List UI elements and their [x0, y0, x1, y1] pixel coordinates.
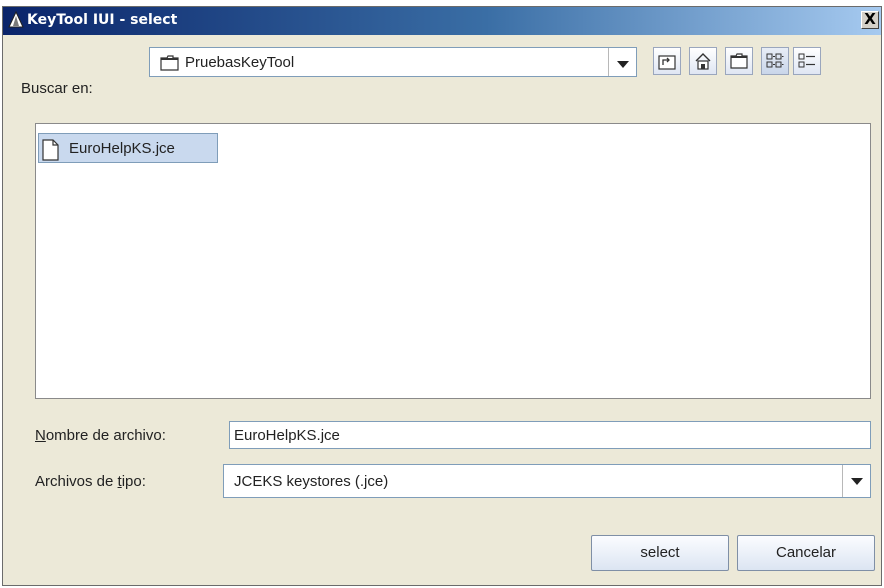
filetype-combo[interactable]: JCEKS keystores (.jce) [223, 464, 871, 498]
filetype-label: Archivos de tipo: [35, 473, 146, 490]
home-icon [695, 53, 711, 70]
folder-icon [160, 55, 179, 71]
lookin-combo[interactable]: PruebasKeyTool [149, 47, 637, 77]
new-folder-icon [730, 53, 748, 69]
filename-input[interactable] [230, 422, 870, 448]
filename-label: Nombre de archivo: [35, 427, 166, 444]
up-one-level-button[interactable] [653, 47, 681, 75]
filename-input-box[interactable] [229, 421, 871, 449]
home-button[interactable] [689, 47, 717, 75]
details-view-button[interactable] [793, 47, 821, 75]
details-view-icon [798, 53, 815, 68]
file-name: EuroHelpKS.jce [69, 140, 175, 157]
chevron-down-icon[interactable] [842, 465, 870, 497]
window-title: KeyTool IUI - select [27, 12, 178, 28]
list-view-icon [766, 53, 784, 68]
app-icon [8, 11, 24, 28]
chevron-down-icon[interactable] [608, 48, 636, 76]
list-view-button[interactable] [761, 47, 789, 75]
list-item[interactable]: EuroHelpKS.jce [38, 133, 218, 163]
title-bar[interactable]: KeyTool IUI - select X [3, 7, 881, 35]
new-folder-button[interactable] [725, 47, 753, 75]
file-icon [42, 139, 59, 161]
cancel-button[interactable]: Cancelar [737, 535, 875, 571]
file-list[interactable]: EuroHelpKS.jce [35, 123, 871, 399]
select-button[interactable]: select [591, 535, 729, 571]
close-button[interactable]: X [861, 11, 879, 29]
up-one-level-icon [658, 55, 676, 70]
lookin-value: PruebasKeyTool [185, 54, 295, 71]
filetype-value: JCEKS keystores (.jce) [234, 473, 389, 490]
file-chooser-dialog: KeyTool IUI - select X Buscar en: Prueba… [2, 6, 882, 586]
lookin-label: Buscar en: [21, 80, 93, 97]
